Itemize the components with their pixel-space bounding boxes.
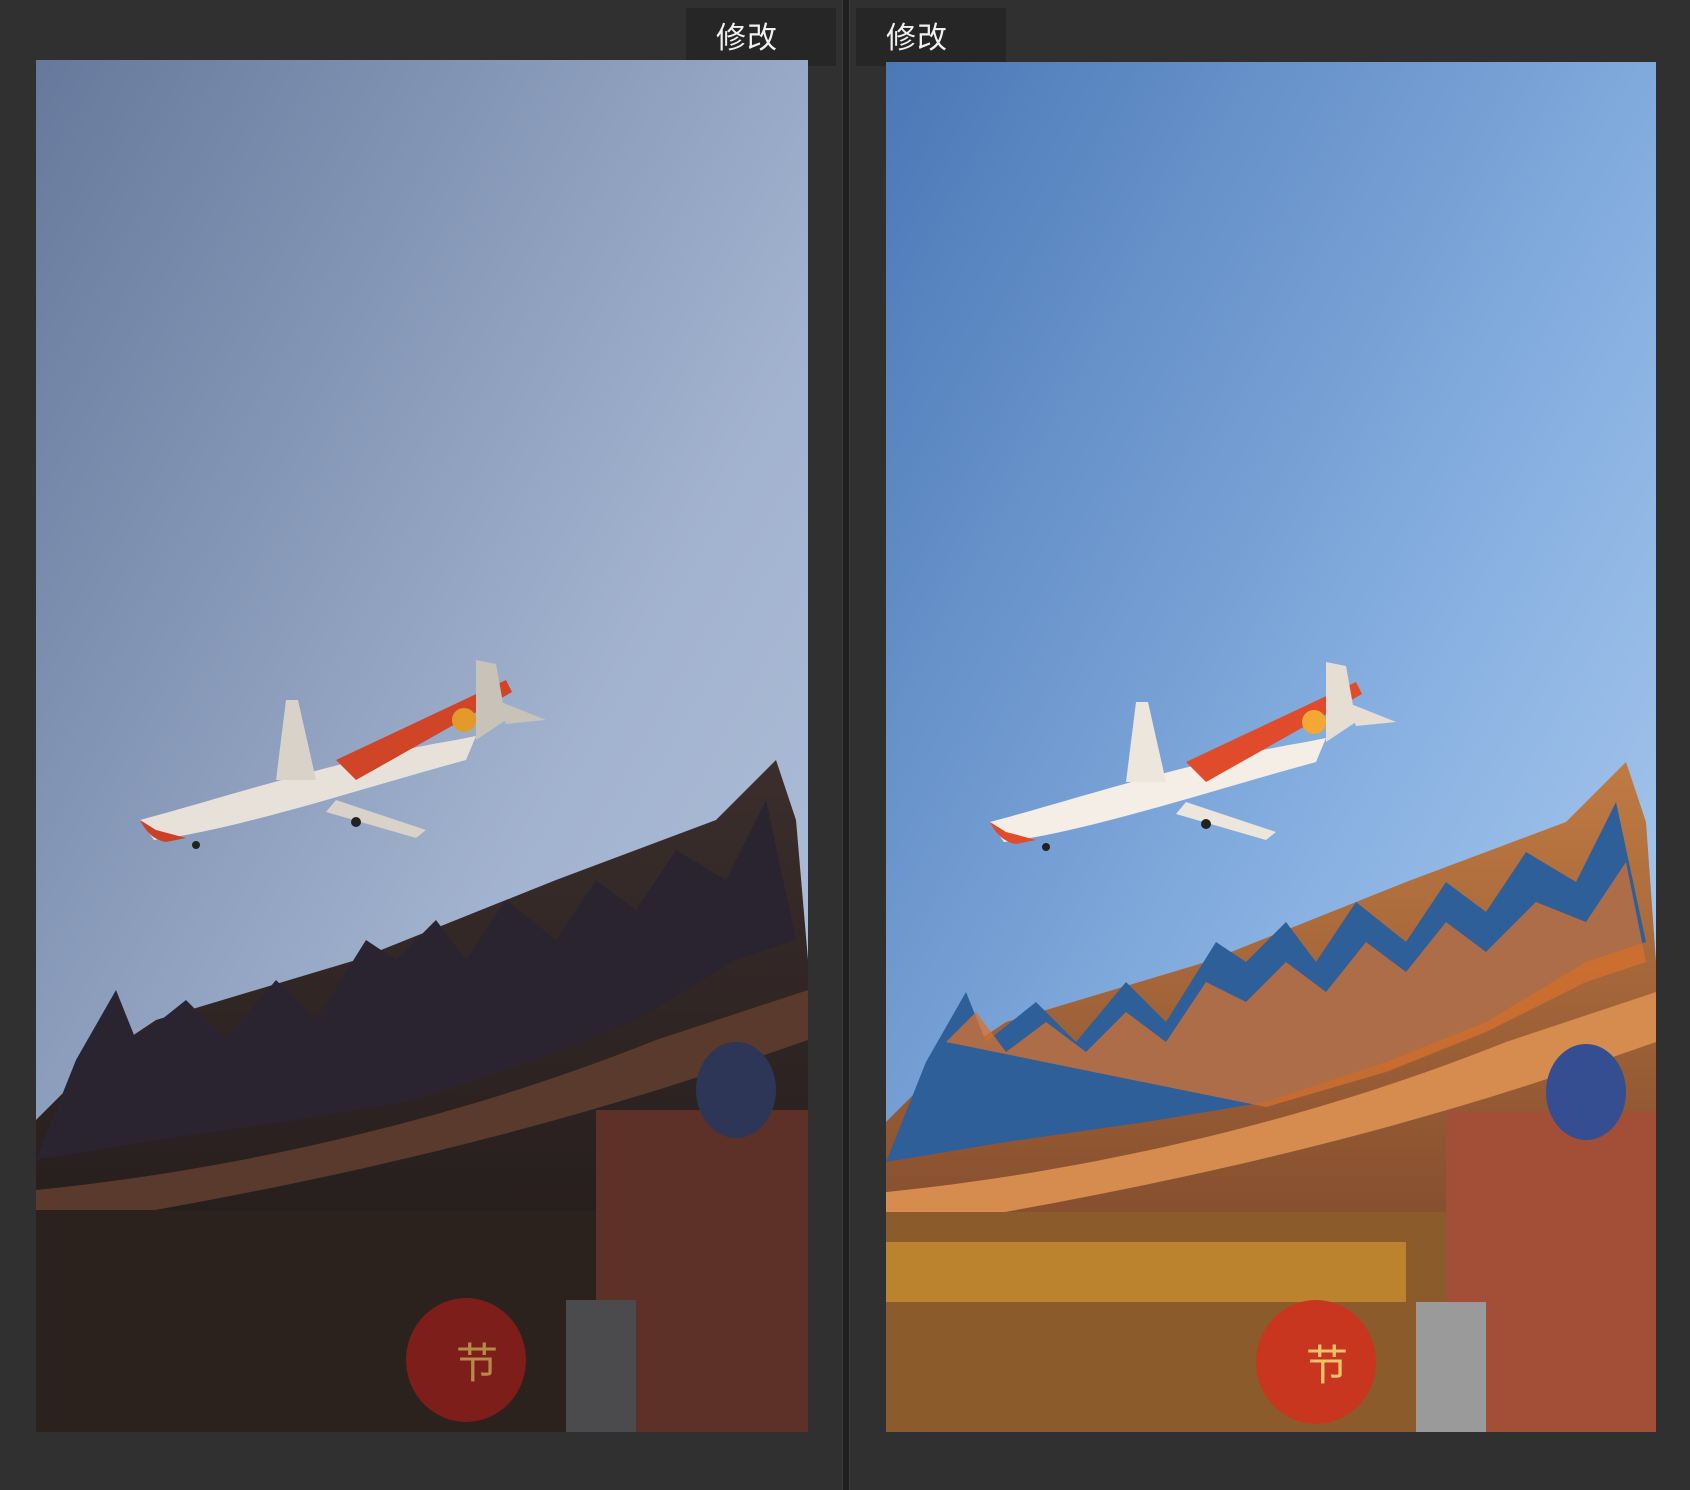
after-photo: 节 bbox=[886, 62, 1656, 1432]
after-photo-art: 节 bbox=[886, 62, 1656, 1432]
after-lantern-text: 节 bbox=[1306, 1341, 1348, 1390]
before-label: 修改前 bbox=[686, 8, 836, 118]
before-lantern-text: 节 bbox=[456, 1339, 498, 1388]
after-pane: 修改后 bbox=[848, 0, 1690, 1490]
before-photo-art: 节 bbox=[36, 60, 808, 1432]
after-label: 修改后 bbox=[856, 8, 1006, 118]
before-pane: 修改前 bbox=[0, 0, 842, 1490]
before-photo: 节 bbox=[36, 60, 808, 1432]
